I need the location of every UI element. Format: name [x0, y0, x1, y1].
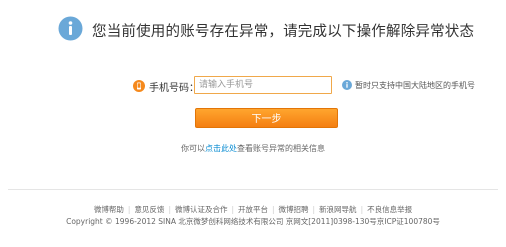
- help-suffix: 查看账号异常的相关信息: [237, 144, 325, 153]
- footer-separator: |: [272, 205, 275, 214]
- phone-input[interactable]: [194, 76, 332, 94]
- footer-link-feedback[interactable]: 意见反馈: [134, 205, 164, 214]
- info-icon: [58, 16, 83, 41]
- footer-link-sina-nav[interactable]: 新浪网导航: [319, 205, 357, 214]
- help-prefix: 你可以: [181, 144, 205, 153]
- help-link[interactable]: 点击此处: [205, 144, 237, 153]
- footer-separator: |: [127, 205, 131, 214]
- tip-info-icon: [342, 80, 352, 90]
- footer-separator: |: [231, 205, 234, 214]
- footer-separator: |: [312, 205, 316, 214]
- footer-separator: |: [168, 205, 171, 214]
- footer-link-report[interactable]: 不良信息举报: [367, 205, 412, 214]
- footer-divider: [8, 189, 498, 190]
- next-step-button[interactable]: 下一步: [195, 108, 338, 128]
- footer-separator: |: [360, 205, 364, 214]
- phone-label: 手机号码：: [149, 83, 199, 94]
- help-line: 你可以点击此处查看账号异常的相关信息: [0, 143, 506, 154]
- footer-link-jobs[interactable]: 微博招聘: [279, 205, 309, 214]
- phone-form-row: 手机号码： 暂时只支持中国大陆地区的手机号: [133, 76, 493, 98]
- copyright: Copyright © 1996-2012 SINA 北京微梦创科网络技术有限公…: [66, 217, 440, 226]
- phone-tip-text: 暂时只支持中国大陆地区的手机号: [355, 81, 475, 90]
- page-title: 您当前使用的账号存在异常，请完成以下操作解除异常状态: [92, 24, 475, 40]
- footer-link-help[interactable]: 微博帮助: [94, 205, 124, 214]
- phone-icon: [133, 80, 145, 92]
- footer-link-open-platform[interactable]: 开放平台: [238, 205, 268, 214]
- footer-links: 微博帮助 | 意见反馈 | 微博认证及合作 | 开放平台 | 微博招聘 | 新浪网导航 | 不良信息举报: [0, 204, 506, 215]
- footer-link-verification[interactable]: 微博认证及合作: [175, 205, 228, 214]
